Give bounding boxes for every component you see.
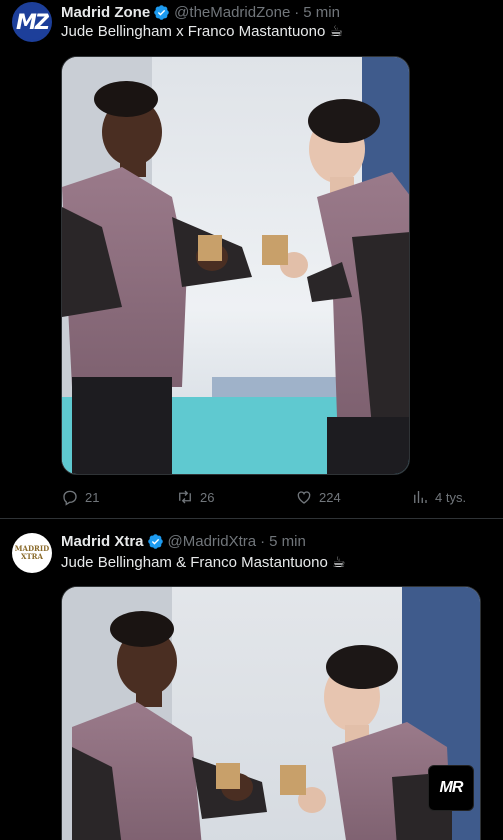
avatar-logo-text: MADRID XTRA	[15, 545, 49, 561]
tweet-photo[interactable]	[61, 56, 410, 475]
like-icon	[297, 491, 311, 504]
author-handle[interactable]: @MadridXtra	[168, 533, 257, 550]
views-button[interactable]: 4 tys.	[411, 487, 466, 507]
like-button[interactable]: 224	[295, 487, 341, 507]
tweet-header: Madrid Zone @theMadridZone · 5 min	[61, 2, 340, 22]
retweet-button[interactable]: 26	[176, 487, 214, 507]
avatar-logo-bottom: XTRA	[21, 552, 43, 561]
timestamp[interactable]: 5 min	[269, 533, 306, 550]
retweet-count: 26	[200, 489, 215, 505]
like-count: 224	[319, 489, 341, 505]
views-count: 4 tys.	[435, 489, 467, 505]
tweet[interactable]: MADRID XTRA Madrid Xtra @MadridXtra · 5 …	[0, 520, 503, 840]
author-handle[interactable]: @theMadridZone	[174, 4, 290, 21]
avatar-logo-text: MZ	[15, 10, 50, 34]
reply-button[interactable]: 21	[61, 487, 99, 507]
reply-icon	[63, 490, 77, 506]
verified-icon	[147, 533, 163, 549]
tweet-actions: 21 26 224 4 tys.	[61, 487, 481, 507]
tweet-header: Madrid Xtra @MadridXtra · 5 min	[61, 531, 306, 551]
separator: ·	[260, 532, 266, 550]
tweet-text: Jude Bellingham & Franco Mastantuono ☕	[61, 554, 346, 571]
views-icon	[414, 491, 427, 503]
tweet[interactable]: MZ Madrid Zone @theMadridZone · 5 min Ju…	[0, 0, 503, 519]
verified-icon	[154, 4, 169, 20]
avatar[interactable]: MZ	[12, 2, 52, 42]
retweet-icon	[179, 490, 191, 504]
watermark-text: MR	[439, 779, 464, 796]
timestamp[interactable]: 5 min	[303, 4, 340, 21]
avatar[interactable]: MADRID XTRA	[12, 533, 52, 573]
watermark-badge: MR	[428, 765, 474, 811]
separator: ·	[294, 3, 300, 21]
author-name[interactable]: Madrid Xtra	[61, 533, 144, 550]
author-name[interactable]: Madrid Zone	[61, 4, 150, 21]
reply-count: 21	[85, 489, 100, 505]
tweet-text: Jude Bellingham x Franco Mastantuono ☕	[61, 23, 343, 40]
photo-illustration	[62, 57, 409, 474]
photo-illustration	[62, 587, 480, 840]
tweet-photo[interactable]	[61, 586, 481, 840]
